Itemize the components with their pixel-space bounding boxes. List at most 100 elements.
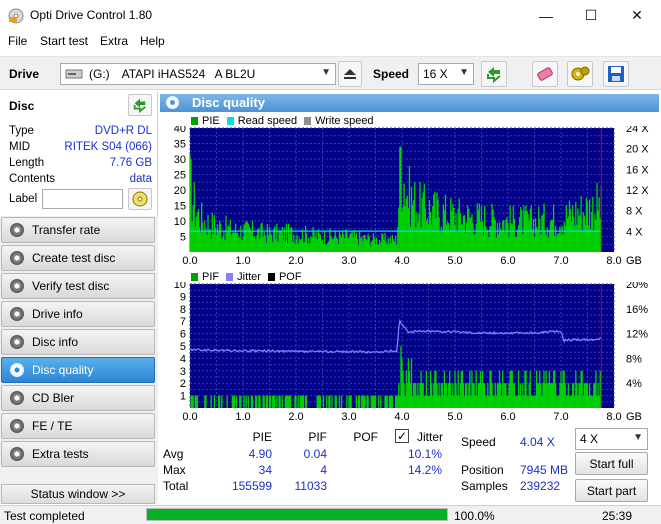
info-position-value: 7945 MB — [520, 463, 569, 477]
pie-chart: 5 10 15 20 25 30 35 40 4 X 8 X 12 X 16 X 20 X 24 X 0.0… — [174, 126, 650, 267]
y-right-tick-label: 4% — [626, 378, 642, 390]
chevron-down-icon: ▼ — [633, 432, 643, 443]
menu-file[interactable]: File — [8, 34, 27, 48]
disc-type-value: DVD+R DL — [94, 125, 152, 137]
nav-extra-tests[interactable]: Extra tests — [1, 441, 155, 467]
menu-start-test[interactable]: Start test — [40, 34, 88, 48]
drive-select[interactable]: (G:) ATAPI iHAS524 A BL2U ▼ — [60, 63, 336, 85]
eject-button[interactable] — [338, 61, 362, 87]
x-unit-label: GB — [626, 255, 642, 267]
disc-icon — [10, 335, 24, 349]
gears-icon — [571, 66, 590, 81]
x-tick-label: 8.0 — [606, 255, 621, 267]
disc-icon — [10, 223, 24, 237]
stats-total-pif: 11033 — [294, 479, 327, 493]
jitter-checkbox[interactable]: ✓ — [395, 429, 409, 443]
nav-fe-te[interactable]: FE / TE — [1, 413, 155, 439]
y-tick-label: 30 — [174, 154, 186, 166]
info-samples-value: 239232 — [520, 479, 561, 493]
nav-label: Create test disc — [32, 251, 116, 265]
disc-icon — [10, 307, 24, 321]
x-tick-label: 1.0 — [235, 255, 250, 267]
x-tick-label: 2.0 — [288, 255, 303, 267]
y-tick-label: 3 — [180, 366, 186, 378]
stats-avg-label: Avg — [163, 447, 184, 461]
disc-length-value: 7.76 GB — [109, 157, 152, 169]
y-tick-label: 5 — [180, 341, 186, 353]
legend-swatch — [191, 273, 198, 281]
stats-avg-jitter: 10.1% — [407, 447, 442, 461]
start-full-button[interactable]: Start full — [575, 452, 648, 475]
nav-label: FE / TE — [32, 419, 73, 433]
stats-avg-pif: 0.04 — [303, 447, 327, 461]
disc-length-label: Length — [9, 157, 45, 169]
start-part-button[interactable]: Start part — [575, 479, 648, 502]
disc-type-label: Type — [9, 125, 34, 137]
disc-icon — [10, 363, 24, 377]
stats-total-label: Total — [163, 479, 189, 493]
erase-button[interactable] — [532, 61, 558, 87]
info-position-label: Position — [461, 463, 504, 477]
x-tick-label: 4.0 — [394, 411, 409, 423]
disc-type-row: Type DVD+R DL — [9, 125, 152, 137]
refresh-arrows-icon — [487, 67, 501, 83]
nav-disc-info[interactable]: Disc info — [1, 329, 155, 355]
disc-icon — [10, 419, 24, 433]
disc-icon — [10, 391, 24, 405]
floppy-disk-icon — [608, 66, 624, 82]
nav-label: CD Bler — [32, 391, 75, 405]
test-speed-select[interactable]: 4 X ▼ — [575, 428, 648, 450]
chevron-down-icon: ▼ — [321, 67, 331, 78]
x-tick-label: 1.0 — [235, 411, 250, 423]
menu-help[interactable]: Help — [140, 34, 165, 48]
close-button[interactable]: ✕ — [614, 0, 660, 31]
disc-icon — [10, 251, 24, 265]
y-tick-label: 2 — [180, 378, 186, 390]
stats-col-pof: POF — [353, 430, 378, 444]
maximize-button[interactable]: ☐ — [568, 0, 614, 31]
x-tick-label: 3.0 — [341, 255, 356, 267]
nav-label: Extra tests — [32, 447, 89, 461]
nav-create-test-disc[interactable]: Create test disc — [1, 245, 155, 271]
minimize-button[interactable]: — — [523, 0, 569, 31]
status-text: Test completed — [4, 509, 85, 523]
nav-drive-info[interactable]: Drive info — [1, 301, 155, 327]
stats-col-jitter: Jitter — [417, 430, 444, 444]
y-tick-label: 8 — [180, 304, 186, 316]
y-right-tick-label: 20 X — [626, 144, 649, 156]
disc-refresh-button[interactable] — [128, 94, 152, 116]
y-tick-label: 9 — [180, 291, 186, 303]
y-tick-label: 40 — [174, 126, 186, 135]
eject-icon — [344, 69, 356, 79]
speed-select[interactable]: 16 X ▼ — [418, 63, 474, 85]
y-right-tick-label: 12% — [626, 329, 648, 341]
y-right-tick-label: 12 X — [626, 185, 649, 197]
nav-disc-quality[interactable]: Disc quality — [1, 357, 155, 383]
y-right-tick-label: 8 X — [626, 206, 643, 218]
y-tick-label: 35 — [174, 139, 186, 151]
y-tick-label: 4 — [180, 353, 186, 365]
settings-button[interactable] — [567, 61, 593, 87]
y-right-tick-label: 16 X — [626, 164, 649, 176]
disc-label-button[interactable] — [128, 188, 152, 210]
x-tick-label: 7.0 — [553, 255, 568, 267]
nav-cd-bler[interactable]: CD Bler — [1, 385, 155, 411]
refresh-button[interactable] — [481, 61, 507, 87]
status-window-button[interactable]: Status window >> — [1, 484, 155, 504]
stats-col-pif: PIF — [308, 430, 327, 444]
disc-label-input[interactable] — [42, 189, 123, 209]
nav-verify-test-disc[interactable]: Verify test disc — [1, 273, 155, 299]
disc-panel-title: Disc — [9, 99, 35, 113]
menu-extra[interactable]: Extra — [100, 34, 128, 48]
nav-label: Transfer rate — [32, 223, 101, 237]
title-bar: Opti Drive Control 1.80 — ☐ ✕ — [0, 0, 661, 31]
nav-transfer-rate[interactable]: Transfer rate — [1, 217, 155, 243]
stats-max-pif: 4 — [320, 463, 327, 477]
y-right-tick-label: 16% — [626, 304, 648, 316]
disc-info-panel: Disc Type DVD+R DL MID RITEK S04 (066) L… — [0, 92, 158, 216]
save-button[interactable] — [603, 61, 629, 87]
disc-icon — [10, 447, 24, 461]
disc-mid-row: MID RITEK S04 (066) — [9, 141, 152, 153]
disc-label-icon — [132, 191, 148, 207]
y-tick-label: 25 — [174, 170, 186, 182]
